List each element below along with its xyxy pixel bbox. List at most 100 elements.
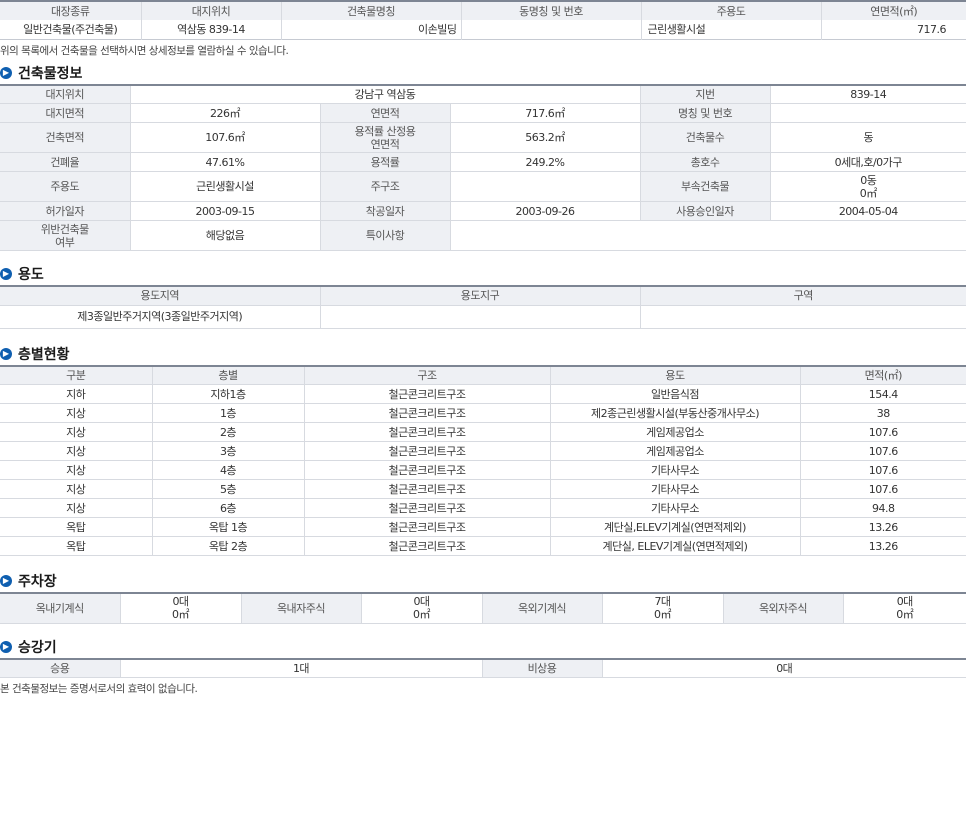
building-info-value: 2004-05-04 xyxy=(769,201,966,221)
floor-structure: 철근콘크리트구조 xyxy=(303,479,551,499)
floor-category: 옥탑 xyxy=(0,517,153,537)
total-area[interactable]: 717.6 xyxy=(820,20,966,39)
floors-table: 구분 층별 구조 용도 면적(㎡) 지하 지하1층 철근콘크리트구조 일반음식점 154… xyxy=(0,364,966,556)
floor-area: 107.6 xyxy=(799,460,966,480)
section-title-floors: ▶ 층별현황 xyxy=(0,343,966,365)
building-info-label: 건축면적 xyxy=(0,122,131,153)
building-info-value: 동 xyxy=(769,122,966,153)
parking-value: 0대 0㎡ xyxy=(842,593,966,624)
chevron-right-circle-icon: ▶ xyxy=(0,347,12,360)
building-info-value: 839-14 xyxy=(769,84,966,104)
section-title-usage-label: 용도 xyxy=(18,267,44,283)
floor-level: 옥탑 2층 xyxy=(151,536,305,556)
section-title-usage: ▶ 용도 xyxy=(0,263,966,285)
floor-structure: 철근콘크리트구조 xyxy=(303,517,551,537)
building-info-value: 107.6㎡ xyxy=(129,122,321,153)
building-info-label: 총호수 xyxy=(639,152,771,172)
chevron-right-circle-icon: ▶ xyxy=(0,66,12,79)
chevron-right-circle-icon: ▶ xyxy=(0,268,12,280)
floor-category: 지상 xyxy=(0,441,153,461)
parking-value: 7대 0㎡ xyxy=(601,593,724,624)
section-title-parking: ▶ 주차장 xyxy=(0,570,966,592)
floor-category: 지하 xyxy=(0,384,153,404)
main-use[interactable]: 근린생활시설 xyxy=(640,20,821,39)
parking-area: 0㎡ xyxy=(896,608,914,622)
building-info-value xyxy=(769,103,966,123)
parking-count: 7대 xyxy=(654,595,671,609)
floor-category: 지상 xyxy=(0,460,153,480)
building-info-label: 지번 xyxy=(639,84,771,104)
parking-count: 0대 xyxy=(172,595,189,609)
elevator-count: 0대 xyxy=(601,658,966,678)
floor-use: 일반음식점 xyxy=(549,384,801,404)
floor-category: 지상 xyxy=(0,498,153,518)
parking-value: 0대 0㎡ xyxy=(360,593,483,624)
building-info-label: 건폐율 xyxy=(0,152,131,172)
floor-row: 지하 지하1층 철근콘크리트구조 일반음식점 154.4 xyxy=(0,384,966,404)
building-info-label: 위반건축물 여부 xyxy=(0,220,131,251)
floor-row: 지상 5층 철근콘크리트구조 기타사무소 107.6 xyxy=(0,479,966,499)
floor-area: 13.26 xyxy=(799,517,966,537)
floor-category: 지상 xyxy=(0,479,153,499)
floor-category: 지상 xyxy=(0,403,153,423)
floor-area: 107.6 xyxy=(799,422,966,442)
floor-row: 지상 1층 철근콘크리트구조 제2종근린생활시설(부동산중개사무소) 38 xyxy=(0,403,966,423)
usage-table: 용도지역 용도지구 구역 제3종일반주거지역(3종일반주거지역) xyxy=(0,285,966,329)
parking-count: 0대 xyxy=(896,595,914,609)
floor-structure: 철근콘크리트구조 xyxy=(303,441,551,461)
floor-structure: 철근콘크리트구조 xyxy=(303,422,551,442)
elevator-table: 승용 1대 비상용 0대 xyxy=(0,657,966,678)
col-floor-use: 용도 xyxy=(549,365,801,385)
col-site-location: 대지위치 xyxy=(140,1,281,20)
building-info-label: 부속건축물 xyxy=(639,171,771,202)
building-info-value: 0세대,호/0가구 xyxy=(769,152,966,172)
elevator-count: 1대 xyxy=(119,658,483,678)
site-location[interactable]: 역삼동 839-14 xyxy=(140,20,281,39)
floor-row: 옥탑 옥탑 1층 철근콘크리트구조 계단실,ELEV기계실(연면적제외) 13.26 xyxy=(0,517,966,537)
floor-use: 제2종근린생활시설(부동산중개사무소) xyxy=(549,403,801,423)
building-info-label: 용적률 xyxy=(319,152,451,172)
ledger-type[interactable]: 일반건축물(주건축물) xyxy=(0,20,141,39)
building-list-row[interactable]: 일반건축물(주건축물) 역삼동 839-14 이손빌딩 근린생활시설 717.6 xyxy=(0,20,966,39)
dong-name[interactable] xyxy=(460,20,641,39)
chevron-right-circle-icon: ▶ xyxy=(0,640,12,653)
building-info-row: 대지면적 226㎡ 연면적 717.6㎡ 명칭 및 번호 xyxy=(0,103,966,123)
parking-table: 옥내기계식 0대 0㎡ 옥내자주식 0대 0㎡ 옥외기계식 7대 0㎡ 옥외자주식 0대 0㎡ xyxy=(0,592,966,624)
floor-structure: 철근콘크리트구조 xyxy=(303,460,551,480)
section-title-building: ▶ 건축물정보 xyxy=(0,62,966,84)
building-info-value: 717.6㎡ xyxy=(449,103,641,123)
building-info-value: 563.2㎡ xyxy=(449,122,641,153)
floor-area: 13.26 xyxy=(799,536,966,556)
building-info-row: 건폐율 47.61% 용적률 249.2% 총호수 0세대,호/0가구 xyxy=(0,152,966,172)
building-info-row: 건축면적 107.6㎡ 용적률 산정용 연면적 563.2㎡ 건축물수 동 xyxy=(0,122,966,153)
floor-level: 6층 xyxy=(151,498,305,518)
floor-use: 게임제공업소 xyxy=(549,441,801,461)
building-info-table: 대지위치 강남구 역삼동 지번 839-14 대지면적 226㎡ 연면적 717.6㎡ 명칭 및… xyxy=(0,83,966,251)
parking-type-label: 옥내기계식 xyxy=(0,593,121,624)
floor-structure: 철근콘크리트구조 xyxy=(303,403,551,423)
building-info-label: 주용도 xyxy=(0,171,131,202)
floor-area: 94.8 xyxy=(799,498,966,518)
col-floor-area: 면적(㎡) xyxy=(799,365,966,385)
section-title-floors-label: 층별현황 xyxy=(18,346,70,363)
parking-count: 0대 xyxy=(413,595,430,609)
building-info-value: 해당없음 xyxy=(129,220,321,251)
floor-row: 지상 3층 철근콘크리트구조 게임제공업소 107.6 xyxy=(0,441,966,461)
building-info-value: 2003-09-26 xyxy=(449,201,641,221)
floor-row: 지상 6층 철근콘크리트구조 기타사무소 94.8 xyxy=(0,498,966,518)
disclaimer-note: 본 건축물정보는 증명서로서의 효력이 없습니다. xyxy=(0,683,198,695)
building-info-value: 226㎡ xyxy=(129,103,321,123)
building-list-table: 대장종류 대지위치 건축물명칭 동명칭 및 번호 주용도 연면적(㎡) 일반건축… xyxy=(0,0,966,40)
parking-area: 0㎡ xyxy=(172,608,190,622)
col-floor-category: 구분 xyxy=(0,365,153,385)
building-info-row: 대지위치 강남구 역삼동 지번 839-14 xyxy=(0,84,966,104)
building-info-label: 대지위치 xyxy=(0,84,131,104)
building-name[interactable]: 이손빌딩 xyxy=(280,20,461,39)
elevator-type-label: 승용 xyxy=(0,658,121,678)
parking-value: 0대 0㎡ xyxy=(119,593,242,624)
floor-use: 기타사무소 xyxy=(549,479,801,499)
floor-use: 게임제공업소 xyxy=(549,422,801,442)
floor-level: 2층 xyxy=(151,422,305,442)
building-info-row: 허가일자 2003-09-15 착공일자 2003-09-26 사용승인일자 2004-0… xyxy=(0,201,966,221)
selection-note: 위의 목록에서 건축물을 선택하시면 상세정보를 열람하실 수 있습니다. xyxy=(0,44,289,57)
